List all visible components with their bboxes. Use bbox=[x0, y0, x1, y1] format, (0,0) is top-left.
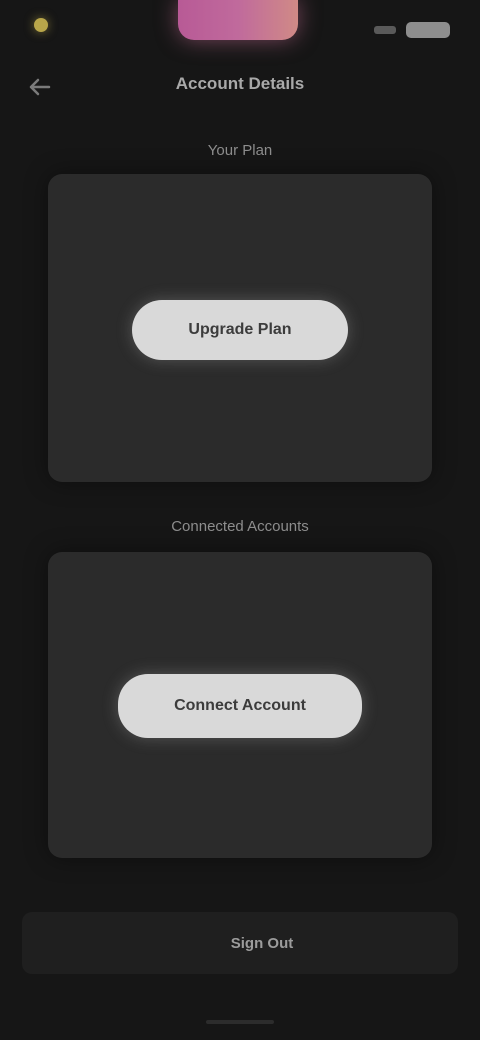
camera-notch bbox=[178, 0, 298, 40]
section-label-connected-accounts: Connected Accounts bbox=[171, 518, 309, 535]
signal-icon bbox=[374, 26, 396, 34]
page-title: Account Details bbox=[175, 74, 305, 93]
status-bar bbox=[0, 0, 480, 60]
bottom-bar: Sign Out bbox=[22, 912, 458, 974]
notification-dot-icon bbox=[34, 18, 48, 32]
plan-card: Upgrade Plan bbox=[48, 174, 432, 482]
section-label-plan: Your Plan bbox=[207, 142, 273, 159]
connected-accounts-card: Connect Account bbox=[48, 552, 432, 858]
app-screen: Account Details Your Plan Upgrade Plan C… bbox=[0, 0, 480, 1040]
home-indicator[interactable] bbox=[206, 1020, 274, 1024]
upgrade-plan-button[interactable]: Upgrade Plan bbox=[132, 300, 348, 360]
status-right bbox=[374, 22, 450, 38]
connect-account-button[interactable]: Connect Account bbox=[118, 674, 362, 738]
battery-icon bbox=[406, 22, 450, 38]
status-left bbox=[34, 18, 56, 32]
sign-out-button[interactable]: Sign Out bbox=[210, 926, 314, 960]
app-bar: Account Details bbox=[0, 60, 480, 116]
